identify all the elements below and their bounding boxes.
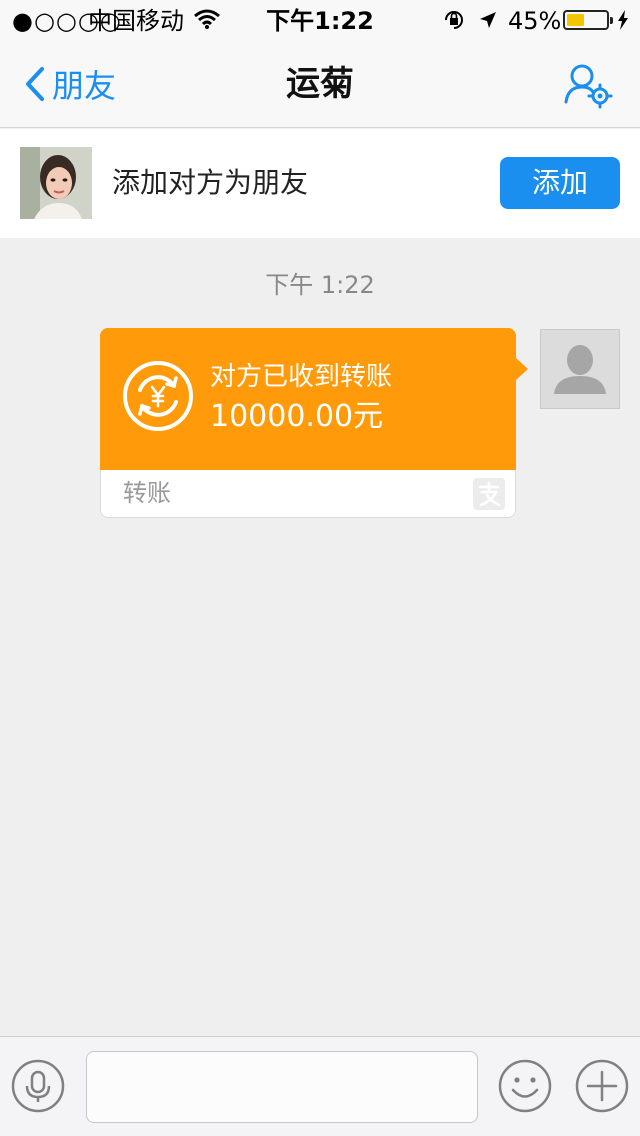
bubble-tail xyxy=(516,358,528,380)
user-settings-button[interactable] xyxy=(560,62,616,112)
emoji-icon xyxy=(498,1059,552,1113)
microphone-icon xyxy=(11,1059,65,1113)
message-input[interactable] xyxy=(86,1051,478,1123)
plus-icon xyxy=(575,1059,629,1113)
transfer-card-header: 对方已收到转账 10000.00元 xyxy=(100,328,516,470)
charging-bolt-icon xyxy=(617,10,629,34)
battery-icon xyxy=(563,10,613,30)
transfer-type-label: 转账 xyxy=(123,479,171,507)
nav-bar: 朋友 运菊 xyxy=(0,40,640,128)
page-title: 运菊 xyxy=(286,64,354,104)
user-settings-icon xyxy=(564,64,613,109)
default-avatar-icon xyxy=(541,330,619,408)
yuan-refresh-icon xyxy=(122,360,194,432)
more-options-button[interactable] xyxy=(575,1059,629,1113)
emoji-button[interactable] xyxy=(498,1059,552,1113)
transfer-message-bubble[interactable]: 对方已收到转账 10000.00元 转账 xyxy=(100,328,528,518)
battery-percent: 45% xyxy=(508,7,562,35)
add-friend-bar: 添加对方为朋友 添加 xyxy=(0,129,640,238)
add-friend-prompt: 添加对方为朋友 xyxy=(112,166,309,199)
alipay-icon xyxy=(473,478,505,510)
status-bar: ●○○○○ 中国移动 下午1:22 45% xyxy=(0,0,640,40)
location-arrow-icon xyxy=(478,10,498,34)
battery-level xyxy=(567,14,584,26)
message-input-bar xyxy=(0,1036,640,1136)
transfer-amount: 10000.00元 xyxy=(210,399,384,434)
self-avatar[interactable] xyxy=(540,329,620,409)
voice-button[interactable] xyxy=(11,1059,65,1113)
chat-timestamp: 下午 1:22 xyxy=(265,271,375,299)
contact-avatar[interactable] xyxy=(20,147,92,219)
orientation-lock-icon xyxy=(442,9,466,35)
transfer-card-footer: 转账 xyxy=(100,470,516,518)
transfer-status: 对方已收到转账 xyxy=(210,362,393,392)
add-friend-button[interactable]: 添加 xyxy=(500,157,620,209)
